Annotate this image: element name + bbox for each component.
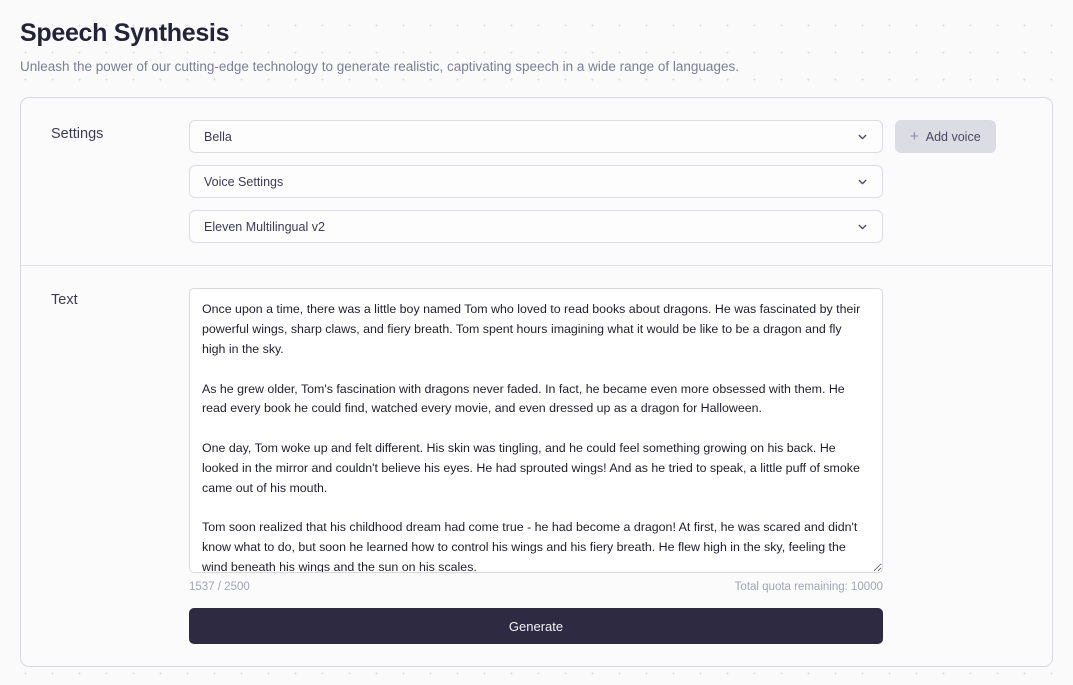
model-select-value: Eleven Multilingual v2 — [204, 219, 325, 234]
voice-settings-row: Voice Settings — [189, 165, 1034, 199]
voice-settings-select[interactable]: Voice Settings — [189, 165, 883, 199]
character-counter: 1537 / 2500 — [189, 581, 250, 594]
quota-remaining-label: Total quota remaining: 10000 — [734, 581, 883, 594]
voice-settings-select-value: Voice Settings — [204, 174, 284, 189]
text-body: 1537 / 2500 Total quota remaining: 10000… — [189, 288, 1052, 645]
text-label: Text — [51, 292, 78, 309]
text-section: Text 1537 / 2500 Total quota remaining: … — [21, 265, 1052, 666]
chevron-down-icon — [856, 130, 869, 143]
voice-select[interactable]: Bella — [189, 120, 883, 154]
text-meta-row: 1537 / 2500 Total quota remaining: 10000 — [189, 581, 883, 593]
chevron-down-icon — [856, 175, 869, 188]
plus-icon: + — [910, 127, 919, 145]
speech-text-input[interactable] — [189, 288, 883, 574]
generate-button[interactable]: Generate — [189, 608, 883, 645]
settings-label: Settings — [51, 126, 104, 143]
add-voice-button[interactable]: + Add voice — [895, 120, 996, 154]
model-row: Eleven Multilingual v2 — [189, 210, 1034, 244]
model-select[interactable]: Eleven Multilingual v2 — [189, 210, 883, 244]
settings-section: Settings Bella + Add voice Voice Setting… — [21, 98, 1052, 265]
settings-body: Bella + Add voice Voice Settings Eleven … — [189, 120, 1052, 244]
page-root: Speech Synthesis Unleash the power of ou… — [0, 0, 1073, 685]
textarea-wrapper — [189, 288, 883, 574]
voice-row: Bella + Add voice — [189, 120, 1034, 154]
add-voice-button-label: Add voice — [925, 129, 981, 144]
speech-synthesis-card: Settings Bella + Add voice Voice Setting… — [20, 97, 1053, 668]
chevron-down-icon — [856, 220, 869, 233]
page-title: Speech Synthesis — [20, 19, 230, 47]
page-subtitle: Unleash the power of our cutting-edge te… — [20, 59, 739, 75]
voice-select-value: Bella — [204, 129, 232, 144]
